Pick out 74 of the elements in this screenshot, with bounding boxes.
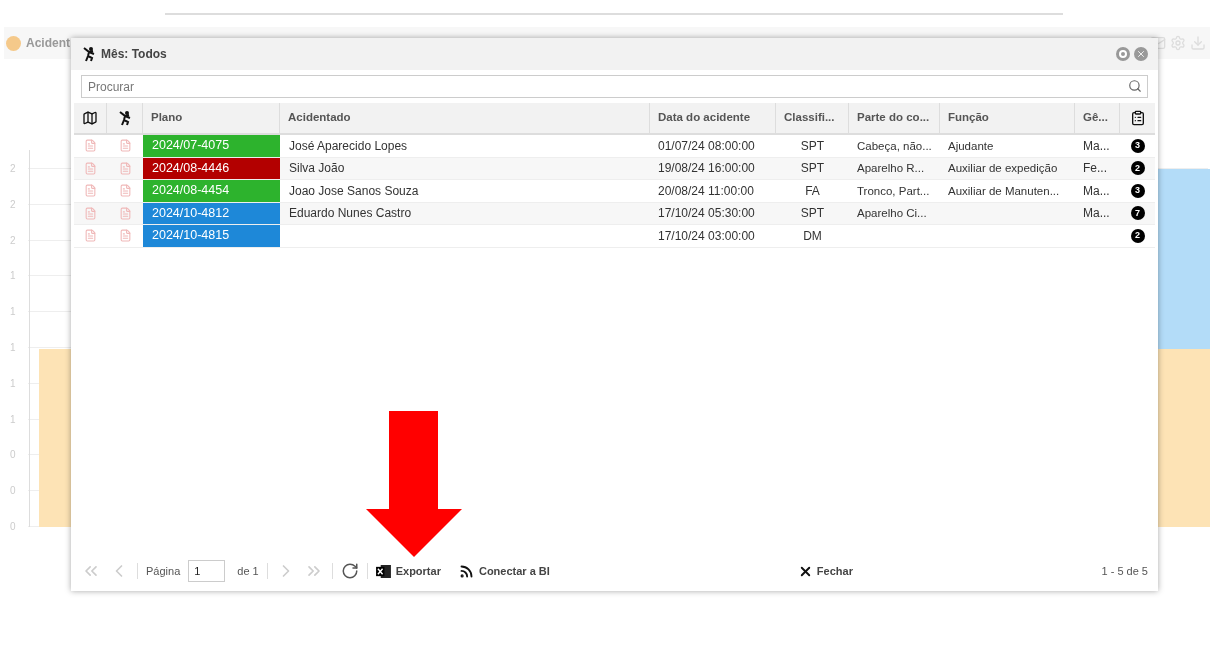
table-cell: Silva João	[289, 161, 345, 176]
column-header[interactable]: Acidentado	[288, 109, 351, 127]
table-cell: Joao Jose Sanos Souza	[289, 183, 419, 198]
table-cell: Ma...	[1083, 183, 1110, 198]
column-header[interactable]: Parte do co...	[857, 109, 930, 127]
connect-bi-button[interactable]: Conectar a BI	[458, 562, 550, 580]
clipboard-icon[interactable]	[1129, 110, 1146, 126]
pdf-icon[interactable]	[118, 139, 132, 153]
plan-cell: 2024/10-4815	[143, 225, 280, 247]
plan-cell: 2024/10-4812	[143, 202, 280, 224]
table-cell: 19/08/24 16:00:00	[658, 161, 755, 176]
table-cell: 20/08/24 11:00:00	[658, 183, 754, 198]
table-cell: 17/10/24 05:30:00	[658, 206, 755, 221]
table-cell: Ma...	[1083, 206, 1110, 221]
table-cell: Eduardo Nunes Castro	[289, 206, 412, 221]
pdf-icon[interactable]	[118, 229, 132, 243]
table-cell: Auxiliar de Manuten...	[948, 184, 1060, 197]
plan-cell: 2024/08-4446	[143, 157, 280, 179]
table-cell: Auxiliar de expedição	[948, 162, 1058, 175]
count-badge: 3	[1130, 183, 1145, 198]
count-badge: 2	[1130, 161, 1145, 176]
spreadsheet-icon	[375, 564, 391, 578]
pdf-icon[interactable]	[84, 139, 97, 153]
count-badge: 3	[1130, 138, 1145, 153]
table-cell-text: FA	[805, 182, 820, 200]
column-header[interactable]: Plano	[151, 109, 183, 127]
map-icon[interactable]	[82, 110, 98, 126]
table-cell-text: DM	[803, 227, 822, 245]
table-cell: José Aparecido Lopes	[289, 138, 408, 153]
plan-cell: 2024/07-4075	[143, 135, 280, 157]
table-cell: Aparelho Ci...	[857, 207, 927, 220]
rss-icon	[458, 563, 474, 579]
search-icon[interactable]	[1128, 79, 1142, 93]
settings-icon[interactable]	[1170, 35, 1186, 51]
count-badge: 7	[1130, 206, 1145, 221]
table-cell: Fe...	[1083, 161, 1107, 176]
count-badge: 2	[1130, 228, 1145, 243]
table-cell: Tronco, Part...	[857, 184, 930, 197]
dialog-title: Mês: Todos	[101, 46, 167, 63]
page-total: de 1	[237, 563, 259, 579]
disable-icon[interactable]	[1116, 47, 1130, 61]
pdf-icon[interactable]	[84, 184, 97, 198]
search-field[interactable]: Procurar	[81, 75, 1148, 98]
table-cell-text: SPT	[800, 205, 825, 223]
table-cell: 01/07/24 08:00:00	[658, 138, 755, 153]
pdf-icon[interactable]	[84, 206, 97, 220]
falling-person-icon	[81, 46, 97, 62]
close-button[interactable]: Fechar	[797, 562, 853, 580]
pdf-icon[interactable]	[84, 229, 97, 243]
table-cell: Aparelho R...	[857, 162, 925, 175]
plan-cell: 2024/08-4454	[143, 180, 280, 202]
table-cell-text: SPT	[800, 137, 825, 155]
table-cell-text: SPT	[800, 160, 825, 178]
column-header[interactable]: Classifi...	[784, 109, 835, 127]
column-header[interactable]: Função	[948, 109, 989, 127]
panel-icon	[6, 35, 21, 51]
export-button[interactable]: Exportar	[375, 562, 441, 580]
table-cell: 17/10/24 03:00:00	[658, 228, 755, 243]
refresh-icon[interactable]	[340, 562, 359, 580]
pdf-icon[interactable]	[118, 206, 132, 220]
pdf-icon[interactable]	[84, 161, 97, 175]
page-label: Página	[146, 563, 181, 579]
column-header[interactable]: Gê...	[1083, 109, 1108, 127]
pdf-icon[interactable]	[118, 161, 132, 175]
record-range: 1 - 5 de 5	[1101, 563, 1148, 579]
page-field[interactable]: 1	[188, 560, 226, 582]
table-cell: Ma...	[1083, 138, 1110, 153]
table-cell: Cabeça, não...	[857, 139, 932, 152]
table-cell: Ajudante	[948, 139, 994, 152]
download-icon[interactable]	[1190, 35, 1206, 51]
pdf-icon[interactable]	[118, 184, 132, 198]
close-icon[interactable]	[1134, 47, 1148, 61]
column-header[interactable]: Data do acidente	[658, 109, 751, 127]
panel-title: Acident	[26, 35, 70, 52]
